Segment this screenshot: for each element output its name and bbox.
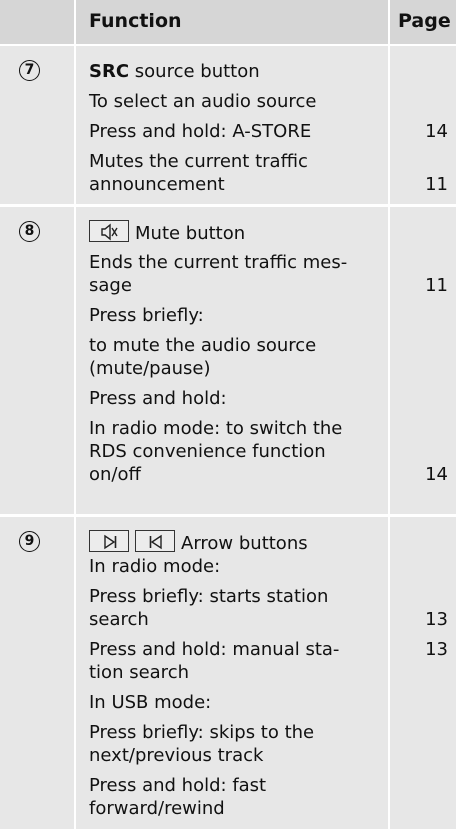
row-line: Press briefly: starts station xyxy=(89,586,329,607)
row-line: Press and hold: manual sta- xyxy=(89,639,340,660)
row-line: Press and hold: xyxy=(89,388,227,409)
row-line: Press and hold: fast xyxy=(89,775,267,796)
page-ref: 13 xyxy=(425,639,448,660)
row-line: Press briefly: skips to the xyxy=(89,722,315,743)
row-title-text: source button xyxy=(129,61,260,82)
next-track-icon xyxy=(89,530,129,552)
row-line: Ends the current traffic mes- xyxy=(89,252,348,273)
row-number-badge: 9 xyxy=(19,531,40,552)
row-line: forward/rewind xyxy=(89,798,225,819)
row-title: Mute button xyxy=(89,220,245,245)
column-divider xyxy=(74,0,76,829)
row-title-text: Mute button xyxy=(135,223,246,244)
row-line: To select an audio source xyxy=(89,91,317,112)
page-ref: 14 xyxy=(425,464,448,485)
row-line: search xyxy=(89,609,149,630)
row-line: In radio mode: xyxy=(89,556,221,577)
row-line: to mute the audio source xyxy=(89,335,317,356)
src-key-label: SRC xyxy=(89,61,130,82)
page-ref: 11 xyxy=(425,275,448,296)
row-number-badge: 8 xyxy=(19,221,40,242)
row-title-text: Arrow buttons xyxy=(181,533,308,554)
row-line: Press and hold: A-STORE xyxy=(89,121,312,142)
row-line: In USB mode: xyxy=(89,692,212,713)
header-function: Function xyxy=(89,10,182,32)
column-divider xyxy=(388,0,390,829)
row-line: next/previous track xyxy=(89,745,264,766)
row-title: Arrow buttons xyxy=(89,530,308,555)
row-line: Press briefly: xyxy=(89,305,204,326)
row-line: In radio mode: to switch the xyxy=(89,418,343,439)
page-ref: 11 xyxy=(425,174,448,195)
row-line: (mute/pause) xyxy=(89,358,211,379)
row-title: SRC source button xyxy=(89,60,260,83)
page-ref: 13 xyxy=(425,609,448,630)
row-line: tion search xyxy=(89,662,189,683)
row-line: announcement xyxy=(89,174,225,195)
row-line: Mutes the current traffic xyxy=(89,151,308,172)
mute-speaker-icon xyxy=(89,220,129,242)
previous-track-icon xyxy=(135,530,175,552)
row-number-badge: 7 xyxy=(19,60,40,81)
header-page: Page xyxy=(398,10,451,32)
row-line: on/off xyxy=(89,464,141,485)
page-ref: 14 xyxy=(425,121,448,142)
row-line: sage xyxy=(89,275,132,296)
function-page-table: Function Page 7 SRC source button To sel… xyxy=(0,0,456,832)
row-line: RDS convenience function xyxy=(89,441,326,462)
